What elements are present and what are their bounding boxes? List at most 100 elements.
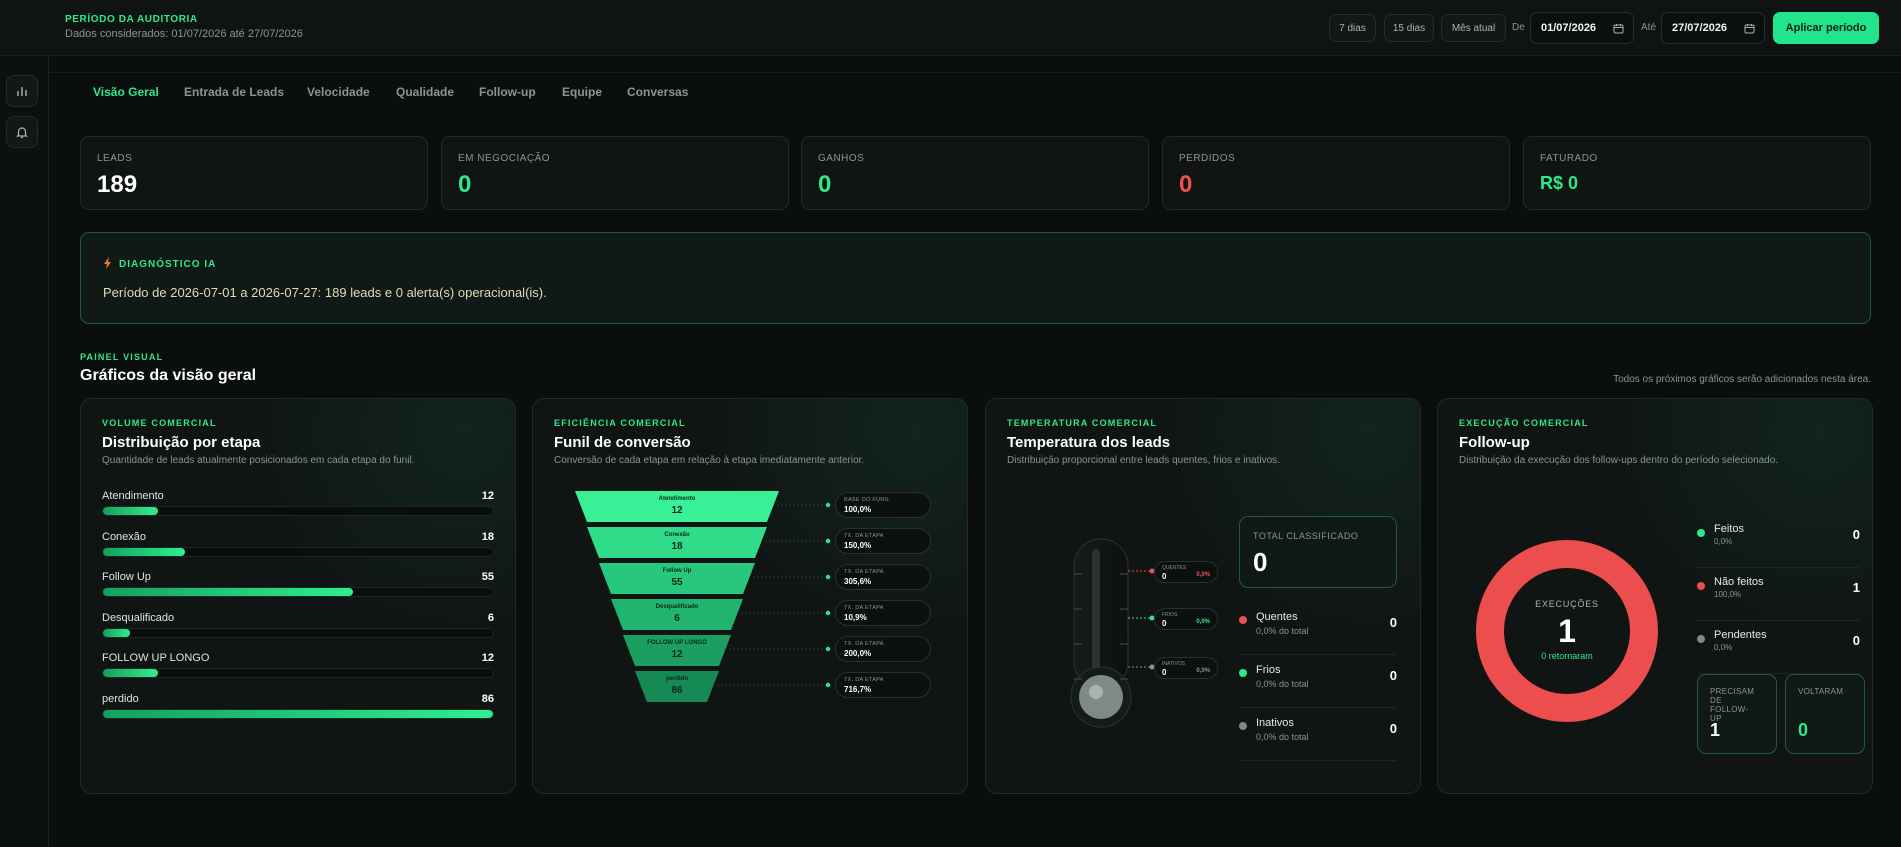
panel-label: PAINEL VISUAL (80, 352, 164, 362)
stage-name: Conexão (102, 530, 147, 543)
funnel-stage-value: 6 (674, 613, 680, 624)
chart-nav-button[interactable] (6, 75, 38, 107)
funnel-rate-value: 200,0% (844, 649, 872, 658)
funnel-stage-value: 12 (671, 505, 683, 516)
stage-count: 12 (481, 652, 494, 664)
funnel-rate-value: 150,0% (844, 541, 872, 550)
funnel-rate-pill: TX. DA ETAPA 716,7% (835, 672, 931, 698)
gauge-pill-percent: 0,0% (1196, 619, 1210, 625)
lightning-icon (104, 257, 111, 269)
temperature-row: Frios 0,0% do total 0 (1239, 656, 1397, 708)
stage-name: Atendimento (102, 490, 164, 502)
panel-note: Todos os próximos gráficos serão adicion… (1613, 374, 1871, 385)
followup-row: Não feitos 100,0% 1 (1697, 569, 1860, 621)
returned-value: 0 (1798, 720, 1809, 740)
temperature-name: Quentes (1256, 611, 1298, 623)
funnel-rate-label: TX. DA ETAPA (844, 677, 884, 683)
kpi-label: GANHOS (818, 153, 865, 164)
gauge-pill-label: QUENTES (1162, 565, 1187, 571)
card-subtitle: Quantidade de leads atualmente posiciona… (102, 455, 415, 466)
need-followup-box: PRECISAM DE FOLLOW-UP 1 (1697, 674, 1777, 754)
temperature-value: 0 (1389, 615, 1397, 630)
stage-bar-fill (103, 507, 158, 515)
diagnostic-text: Período de 2026-07-01 a 2026-07-27: 189 … (103, 285, 547, 300)
diagnostic-title: DIAGNÓSTICO IA (119, 259, 217, 270)
tab-visao-geral[interactable]: Visão Geral (93, 85, 159, 99)
need-followup-value: 1 (1710, 720, 1721, 740)
funnel-stage-name: FOLLOW UP LONGO (647, 640, 707, 646)
kpi-label: FATURADO (1540, 153, 1598, 164)
range-15-days-button[interactable]: 15 dias (1384, 14, 1434, 42)
temperature-row: Quentes 0,0% do total 0 (1239, 603, 1397, 655)
kpi-card-leads: LEADS 189 (80, 136, 428, 210)
to-date-value: 27/07/2026 (1672, 22, 1728, 34)
tab-conversas[interactable]: Conversas (627, 85, 688, 99)
donut-value: 1 (1558, 613, 1576, 649)
followup-card: EXECUÇÃO COMERCIAL Follow-up Distribuiçã… (1437, 398, 1873, 794)
need-followup-label: PRECISAM DE FOLLOW-UP (1710, 687, 1755, 723)
range-7-days-button[interactable]: 7 dias (1329, 14, 1376, 42)
funnel-stage-value: 55 (671, 577, 683, 588)
calendar-icon[interactable] (1744, 23, 1755, 34)
followup-name: Não feitos (1714, 576, 1764, 588)
kpi-value: 0 (458, 171, 472, 198)
bell-icon (16, 127, 28, 139)
temperature-percent: 0,0% do total (1256, 626, 1309, 636)
card-subtitle: Distribuição da execução dos follow-ups … (1459, 455, 1779, 466)
stage-count: 18 (481, 530, 494, 543)
distribution-card: VOLUME COMERCIAL Distribuição por etapa … (80, 398, 516, 794)
funnel-connector-dot (825, 682, 831, 688)
funnel-rate-value: 716,7% (844, 685, 872, 694)
stage-bar-fill (103, 628, 131, 637)
temperature-gauge-pill: FRIOS 0 0,0% (1154, 608, 1218, 630)
followup-value: 1 (1852, 580, 1860, 595)
temperature-value: 0 (1389, 721, 1397, 736)
funnel-rate-pill: TX. DA ETAPA 10,9% (835, 600, 931, 626)
status-dot (1697, 635, 1705, 643)
followup-percent: 0,0% (1714, 643, 1733, 652)
from-date-value: 01/07/2026 (1541, 22, 1597, 34)
funnel-stage-name: Follow Up (662, 568, 692, 574)
tab-follow-up[interactable]: Follow-up (479, 85, 536, 99)
followup-name: Feitos (1714, 523, 1744, 535)
from-date-input[interactable]: 01/07/2026 (1530, 12, 1634, 44)
tab-qualidade[interactable]: Qualidade (396, 85, 454, 99)
tab-entrada-de-leads[interactable]: Entrada de Leads (184, 85, 284, 99)
stage-bar-track (102, 587, 494, 597)
card-kicker: EXECUÇÃO COMERCIAL (1459, 418, 1589, 428)
stage-name: perdido (102, 692, 139, 705)
card-title: Temperatura dos leads (1007, 434, 1171, 451)
total-classified-label: TOTAL CLASSIFICADO (1253, 531, 1359, 541)
card-title: Follow-up (1459, 434, 1530, 451)
card-subtitle: Distribuição proporcional entre leads qu… (1007, 455, 1280, 466)
notifications-nav-button[interactable] (6, 116, 38, 148)
stage-count: 86 (481, 692, 494, 705)
stage-name: FOLLOW UP LONGO (102, 652, 210, 664)
apply-period-button[interactable]: Aplicar período (1773, 12, 1879, 44)
funnel-rate-pill: BASE DO FUNIL 100,0% (835, 492, 931, 518)
funnel-stage-name: perdido (666, 676, 688, 682)
to-date-input[interactable]: 27/07/2026 (1661, 12, 1765, 44)
stage-bar-fill (103, 709, 493, 718)
status-dot (1239, 669, 1247, 677)
calendar-icon[interactable] (1613, 23, 1624, 34)
stage-bar-fill (103, 588, 353, 596)
stage-name: Desqualificado (102, 611, 175, 624)
funnel-rate-label: TX. DA ETAPA (844, 533, 884, 539)
thermometer-bulb-core (1079, 675, 1123, 719)
gauge-pill-label: FRIOS (1162, 612, 1178, 618)
kpi-label: PERDIDOS (1179, 153, 1236, 164)
funnel-connector-dot (825, 574, 831, 580)
stage-bar-fill (103, 669, 158, 677)
temperature-gauge-pill: INATIVOS 0 0,0% (1154, 657, 1218, 679)
funnel-rate-value: 100,0% (844, 505, 872, 514)
followup-value: 0 (1852, 527, 1860, 542)
status-dot (1697, 529, 1705, 537)
period-title: PERÍODO DA AUDITORIA (65, 14, 198, 25)
range-current-month-button[interactable]: Mês atual (1441, 14, 1506, 42)
tab-velocidade[interactable]: Velocidade (307, 85, 370, 99)
funnel-rate-value: 10,9% (844, 613, 867, 622)
gauge-pill-label: INATIVOS (1162, 661, 1185, 667)
temperature-percent: 0,0% do total (1256, 679, 1309, 689)
tab-equipe[interactable]: Equipe (562, 85, 602, 99)
